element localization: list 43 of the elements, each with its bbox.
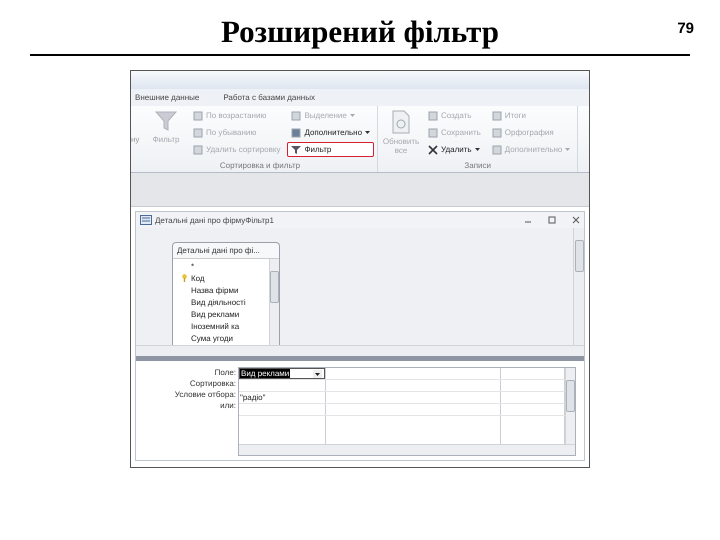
query-icon [140,215,152,225]
caret-icon [365,131,370,134]
ribbon-command[interactable]: Фильтр [287,142,374,157]
row-label: Поле: [214,367,236,378]
field-row[interactable]: Назва фірми [173,284,269,296]
field-row[interactable]: Вид діяльності [173,296,269,308]
field-row[interactable]: Сума угоди [173,332,269,344]
ribbon-command[interactable]: Удалить [424,142,485,157]
ribbon-command[interactable]: Дополнительно [287,125,374,140]
funnel-icon [155,110,177,132]
scrollbar[interactable] [565,368,575,444]
scrollbar[interactable] [269,259,279,345]
field-row[interactable]: Код [173,272,269,284]
restore-icon[interactable] [548,216,556,224]
field-row[interactable]: Вид реклами [173,308,269,320]
group-label: Сортировка и фильтр [218,161,302,172]
slide-title: Розширений фільтр [220,14,499,51]
ribbon-label: ну [131,134,140,144]
page-number: 79 [677,20,694,37]
group-label: Записи [463,161,492,172]
window-title: Детальні дані про фірмуФільтр1 [155,216,275,224]
row-label: Условие отбора: [174,389,236,400]
dropdown-icon[interactable] [313,370,322,378]
splitter-bar[interactable] [136,356,584,361]
field-row[interactable]: Іноземний ка [173,320,269,332]
ribbon-tab[interactable]: Работа с базами данных [223,93,315,102]
delete-icon [428,144,438,154]
refresh-icon [391,110,412,134]
scrollbar[interactable] [573,228,584,345]
ribbon-tab[interactable]: Внешние данные [135,93,200,102]
row-label: или: [220,400,236,411]
caret-icon [565,148,570,151]
field-row[interactable]: * [173,260,269,272]
grid-cell[interactable]: "радіо" [239,392,326,403]
caret-icon [474,148,480,151]
scrollbar[interactable] [239,444,575,455]
field-list-title: Детальні дані про фі... [176,245,261,257]
row-label: Сортировка: [190,378,236,389]
key-icon [181,274,188,282]
close-icon[interactable] [572,216,580,224]
grid-cell[interactable]: Вид реклами [239,368,326,379]
filter-icon [291,144,302,154]
caret-icon [350,114,355,117]
